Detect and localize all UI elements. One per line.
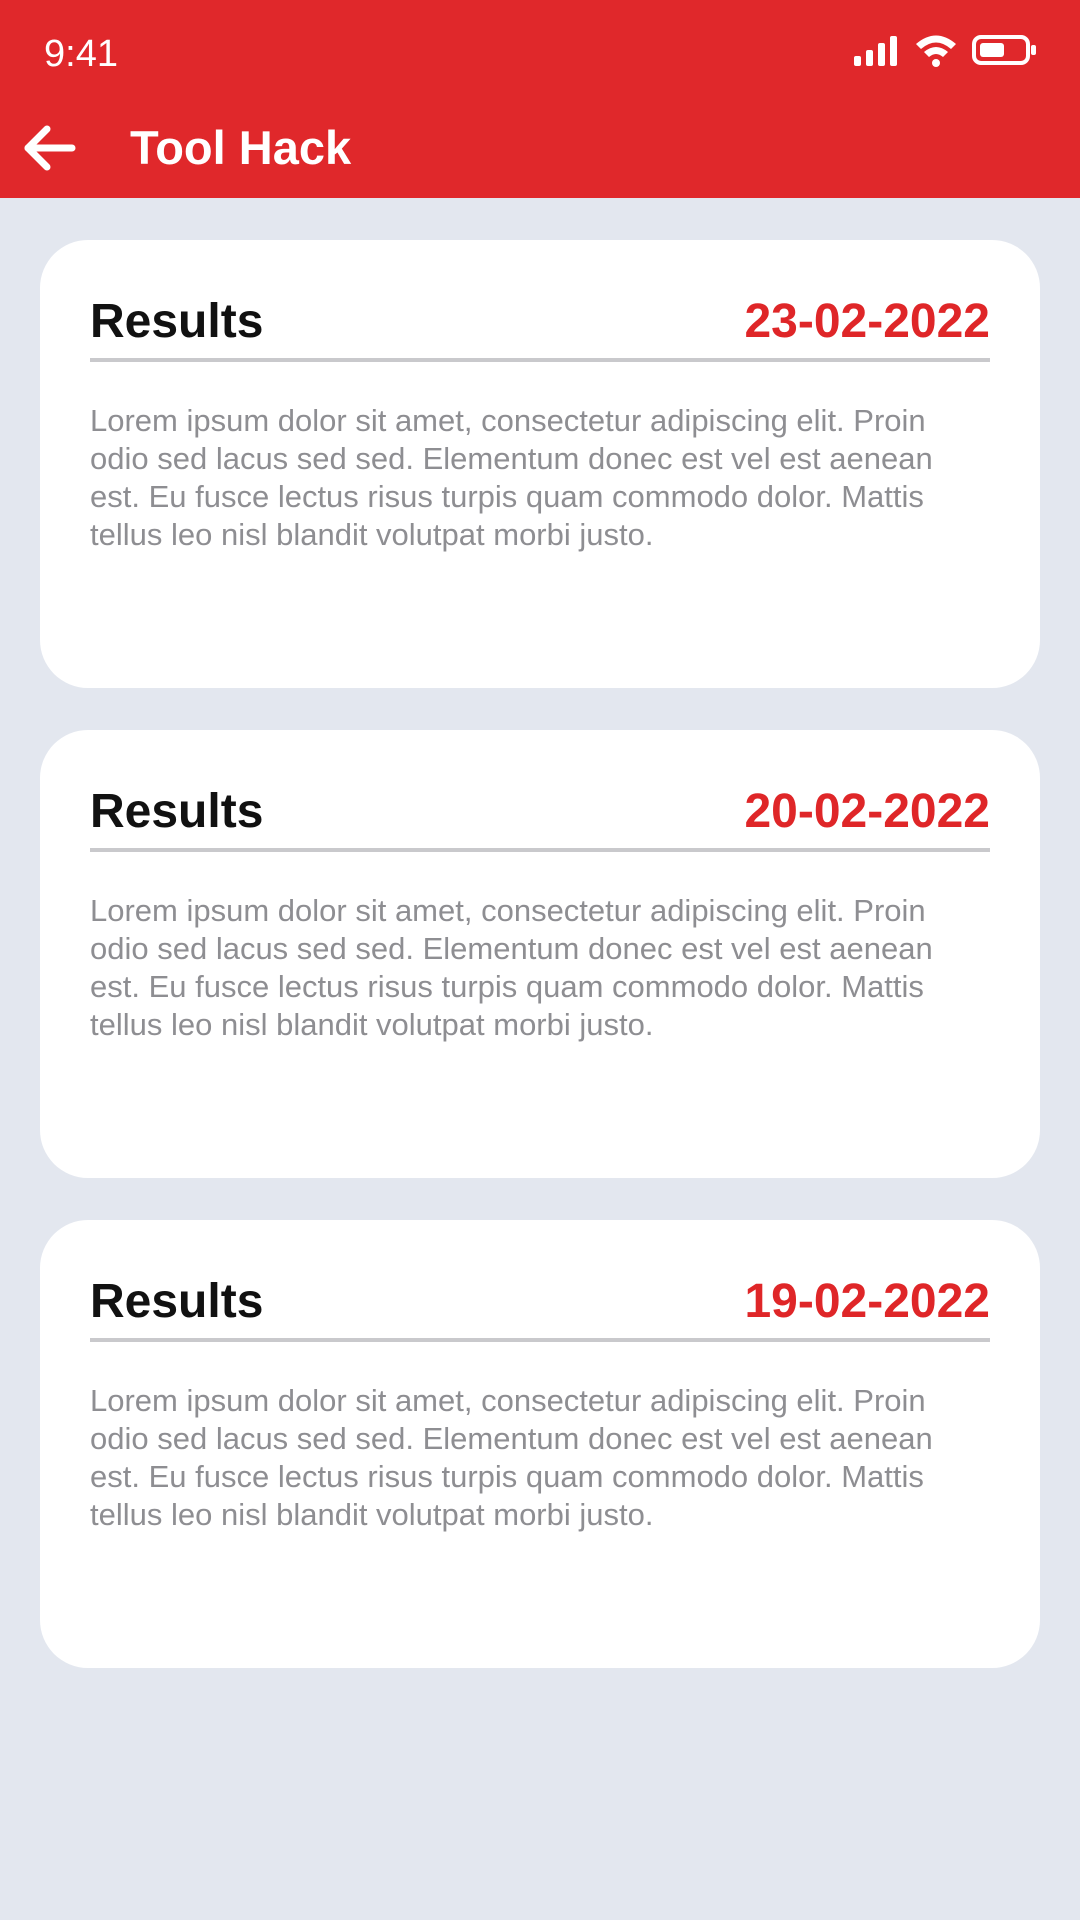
result-card[interactable]: Results 23-02-2022 Lorem ipsum dolor sit… [40, 240, 1040, 688]
card-title: Results [90, 295, 264, 348]
card-title: Results [90, 785, 264, 838]
result-card[interactable]: Results 19-02-2022 Lorem ipsum dolor sit… [40, 1220, 1040, 1668]
arrow-left-icon [22, 125, 78, 176]
status-icons [852, 32, 1038, 72]
card-title: Results [90, 1275, 264, 1328]
signal-icon [852, 34, 900, 71]
card-description: Lorem ipsum dolor sit amet, consectetur … [90, 403, 933, 552]
card-header: Results 19-02-2022 [90, 1272, 990, 1342]
card-date: 23-02-2022 [744, 295, 990, 348]
results-list: Results 23-02-2022 Lorem ipsum dolor sit… [40, 240, 1040, 1710]
status-time: 9:41 [44, 33, 118, 75]
card-header: Results 20-02-2022 [90, 782, 990, 852]
card-date: 20-02-2022 [744, 785, 990, 838]
card-date: 19-02-2022 [744, 1275, 990, 1328]
card-description: Lorem ipsum dolor sit amet, consectetur … [90, 893, 933, 1042]
card-header: Results 23-02-2022 [90, 292, 990, 362]
page-title: Tool Hack [130, 121, 352, 174]
app-header: 9:41 Tool Hack [0, 0, 1080, 198]
battery-icon [972, 34, 1038, 71]
result-card[interactable]: Results 20-02-2022 Lorem ipsum dolor sit… [40, 730, 1040, 1178]
card-description: Lorem ipsum dolor sit amet, consectetur … [90, 1383, 933, 1532]
back-button[interactable] [18, 118, 82, 182]
wifi-icon [914, 33, 958, 72]
